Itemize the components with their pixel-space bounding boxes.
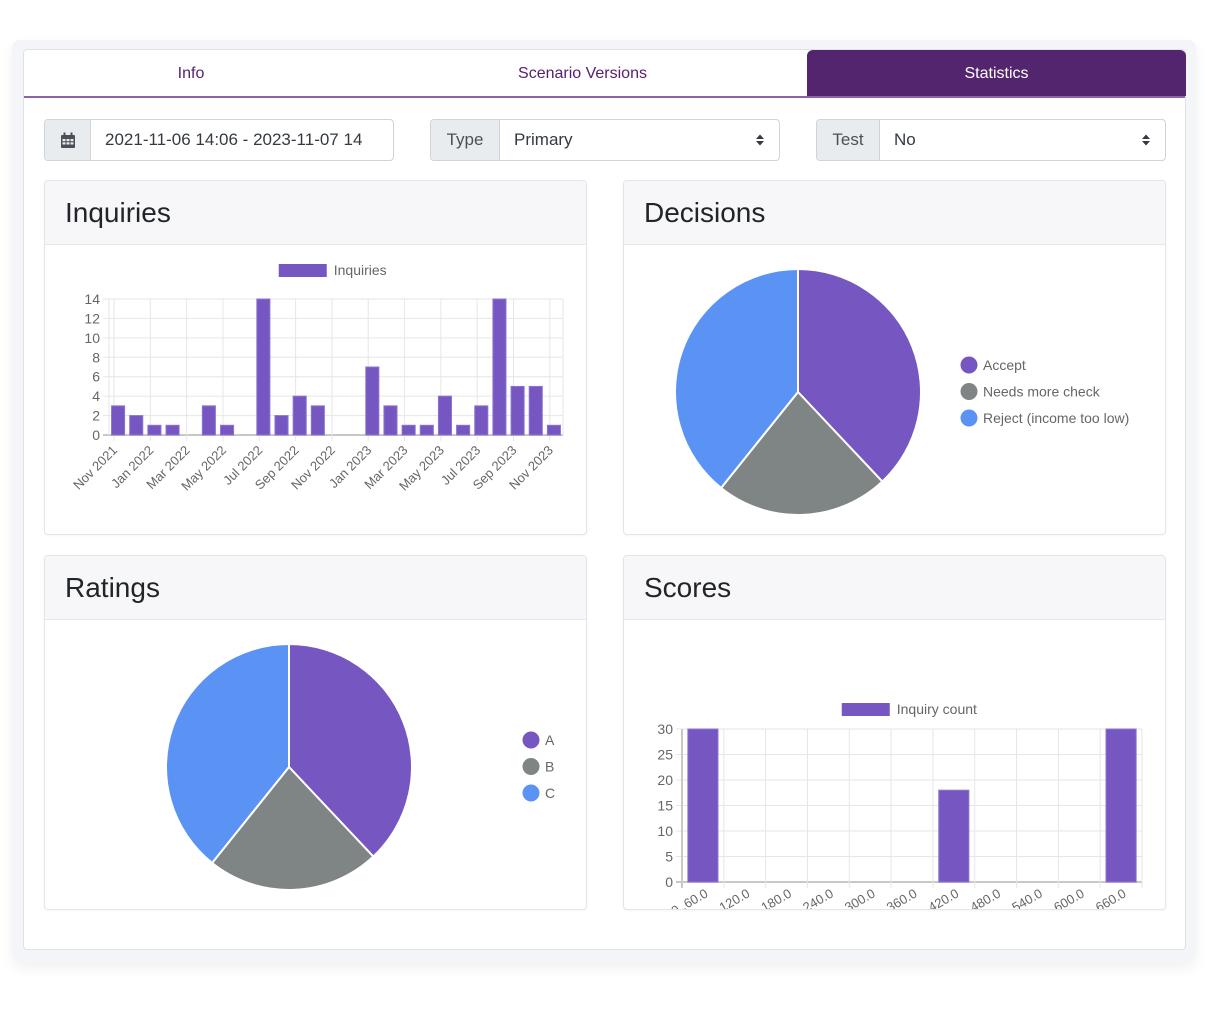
bar [256,298,271,436]
ratings-pie-chart: ABC [165,642,555,891]
bar [147,424,162,436]
y-tick-label: 10 [84,330,100,346]
y-tick-label: 5 [665,849,673,865]
y-tick-label: 30 [657,721,673,737]
bar [201,405,216,436]
card-title: Scores [624,556,1165,620]
ratings-card: Ratings ABC [44,555,587,910]
bar [437,395,452,436]
test-select-value: No [894,130,916,149]
y-tick-label: 25 [657,747,673,763]
bar [492,298,507,436]
inquiries-bar-chart: Inquiries02468101214Nov 2021Jan 2022Mar … [70,262,564,493]
test-label: Test [817,120,880,160]
y-tick-label: 4 [92,388,100,404]
bar [111,405,126,436]
y-tick-label: 0 [665,874,673,890]
bar [292,395,307,436]
y-tick-label: 12 [84,310,100,326]
bar [220,424,235,436]
legend-swatch [960,356,978,374]
bar [274,415,289,436]
statistics-panel: Info Scenario Versions Statistics 2021-1… [23,49,1186,950]
date-range-input[interactable]: 2021-11-06 14:06 - 2023-11-07 14 [91,120,393,160]
y-tick-label: 0 [92,427,100,443]
y-tick-label: 2 [92,408,100,424]
legend-label: Needs more check [983,384,1101,400]
scores-card: Scores Inquiry count 0 5 10 15 20 25 30 0..60.0 6… [623,555,1166,910]
tab-statistics[interactable]: Statistics [807,50,1186,96]
type-select[interactable]: Primary [500,120,779,160]
y-tick-label: 14 [84,291,100,307]
bar [687,728,719,883]
bar [419,424,434,436]
legend-label: Accept [983,357,1026,373]
bar [1105,728,1137,883]
legend-swatch [522,731,540,749]
legend-label: Inquiries [334,262,387,278]
type-filter: Type Primary [430,119,780,161]
card-title: Decisions [624,181,1165,245]
legend-swatch [522,784,540,802]
test-filter: Test No [816,119,1166,161]
bar [474,405,489,436]
legend-label: Reject (income too low) [983,410,1129,426]
bar [365,366,380,436]
bar [165,424,180,436]
bar [129,415,144,436]
type-label: Type [431,120,500,160]
select-caret-icon [756,134,764,146]
bar [401,424,416,436]
legend-swatch [522,758,540,775]
tab-info[interactable]: Info [24,50,358,96]
legend-swatch [278,264,327,277]
legend-label: A [545,732,555,748]
tab-bar: Info Scenario Versions Statistics [24,50,1186,98]
select-caret-icon [1142,134,1150,146]
y-tick-label: 8 [92,349,100,365]
test-select[interactable]: No [880,120,1165,160]
decisions-card: Decisions Accept Needs more check Reject (… [623,180,1166,535]
scores-bar-chart: Inquiry count0510152025300..60.060..120.… [657,701,1143,909]
x-tick-label: 0..60.0 [668,886,710,909]
decisions-pie-chart: Accept Needs more check Reject (income too… [674,267,1129,516]
tab-scenario-versions[interactable]: Scenario Versions [358,50,807,96]
card-title: Ratings [45,556,586,620]
legend-swatch [841,703,890,716]
bar [546,424,561,436]
legend-label: B [545,759,554,775]
y-tick-label: 15 [657,798,673,814]
inquiries-card: Inquiries Inquiries 0 2 4 6 8 10 12 14 Nov 2021 Ja… [44,180,587,535]
type-select-value: Primary [514,130,573,149]
bar [938,789,970,883]
y-tick-label: 6 [92,369,100,385]
date-range-filter: 2021-11-06 14:06 - 2023-11-07 14 [44,119,394,161]
bar [528,385,543,436]
y-tick-label: 10 [657,823,673,839]
card-title: Inquiries [45,181,586,245]
legend-swatch [960,383,978,400]
legend-swatch [960,409,978,427]
y-tick-label: 20 [657,772,673,788]
bar [510,385,525,436]
bar [310,405,325,436]
legend-label: Inquiry count [897,701,977,717]
bar [456,424,471,436]
bar [383,405,398,436]
calendar-icon[interactable] [45,120,91,160]
legend-label: C [545,785,555,801]
